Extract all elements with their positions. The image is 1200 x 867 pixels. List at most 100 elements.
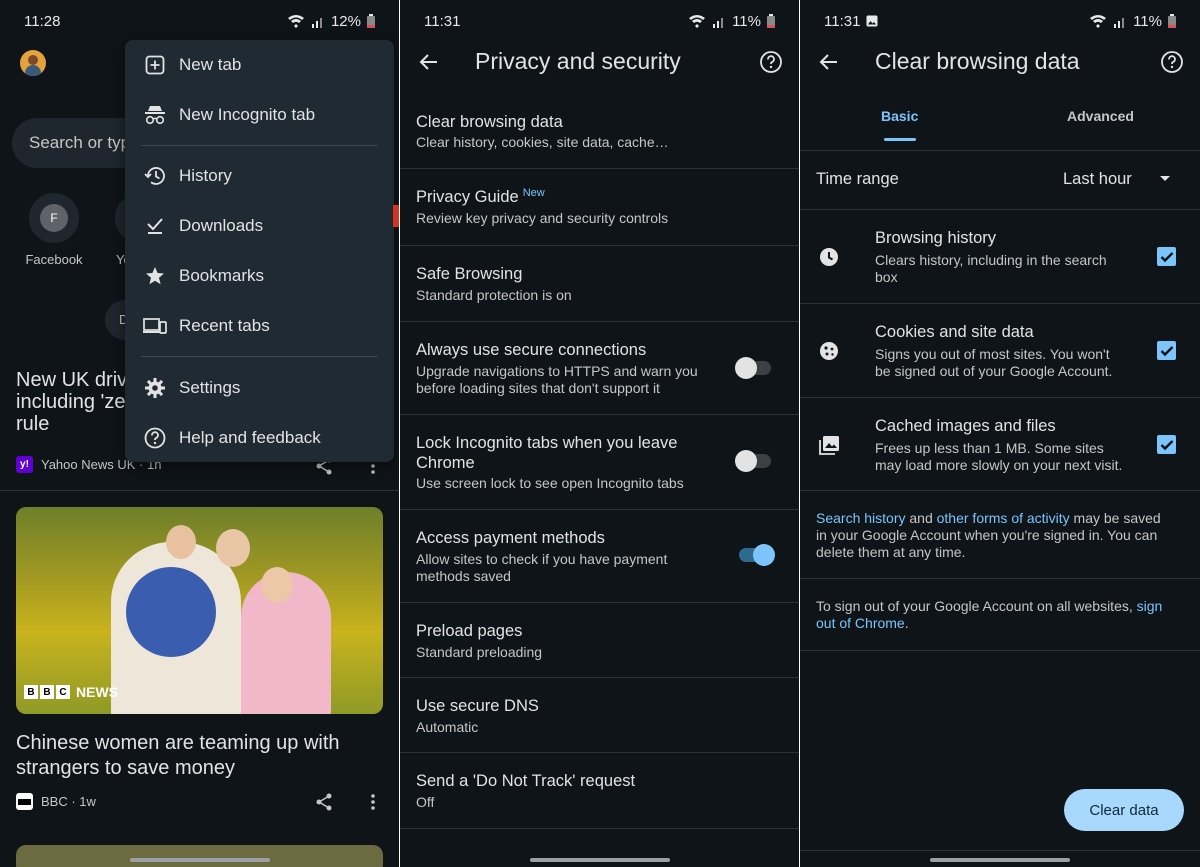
page-title: Privacy and security xyxy=(475,48,681,74)
privacy-security-panel: 11:31 11% Privacy and security Clear bro… xyxy=(400,0,799,867)
clock-icon xyxy=(818,246,840,268)
bbc-news-badge: BBC NEWS xyxy=(24,684,118,700)
battery-percent: 11% xyxy=(1133,12,1162,30)
devices-icon xyxy=(143,314,167,338)
menu-item-new-tab[interactable]: New tab xyxy=(125,43,394,87)
cookies-checkbox[interactable] xyxy=(1157,341,1176,360)
clear-browsing-data-panel: 11:31 11% Clear browsing data Basic Adva… xyxy=(800,0,1200,867)
article-title[interactable]: Chinese women are teaming up with strang… xyxy=(16,731,340,781)
status-time: 11:28 xyxy=(24,12,61,30)
setting-preload-pages[interactable]: Preload pages Standard preloading xyxy=(400,603,799,677)
payment-methods-toggle[interactable] xyxy=(739,544,775,566)
download-check-icon xyxy=(143,214,167,238)
search-history-link[interactable]: Search history xyxy=(816,510,905,526)
battery-icon xyxy=(767,14,775,28)
wifi-icon xyxy=(287,15,304,28)
image-notification-icon xyxy=(866,15,878,27)
status-bar: 11:28 12% xyxy=(0,0,399,42)
clear-data-button[interactable]: Clear data xyxy=(1064,789,1184,831)
sign-out-link-cont[interactable]: out of Chrome xyxy=(816,615,905,631)
setting-safe-browsing[interactable]: Safe Browsing Standard protection is on xyxy=(400,246,799,322)
setting-always-use-secure-connections[interactable]: Always use secure connections Upgrade na… xyxy=(400,322,799,414)
other-activity-link[interactable]: other forms of activity xyxy=(937,510,1070,526)
shortcut-letter: F xyxy=(40,204,68,232)
menu-item-downloads[interactable]: Downloads xyxy=(125,204,394,248)
battery-percent: 11% xyxy=(732,12,761,30)
nav-handle[interactable] xyxy=(529,858,670,862)
signal-icon xyxy=(1114,18,1125,28)
tile-partial-red xyxy=(393,205,399,227)
setting-privacy-guide[interactable]: Privacy Guide New Review key privacy and … xyxy=(400,169,799,245)
dropdown-arrow-icon[interactable] xyxy=(1160,176,1170,181)
shortcut-tile-facebook[interactable]: F Facebook xyxy=(14,193,94,267)
yahoo-logo-icon: y! xyxy=(16,456,33,473)
article-title[interactable]: New UK driv including 'ze rule xyxy=(16,369,127,435)
profile-avatar[interactable] xyxy=(20,50,46,76)
shortcut-label: Facebook xyxy=(25,252,83,267)
back-arrow-icon[interactable] xyxy=(817,50,843,76)
menu-item-new-incognito-tab[interactable]: New Incognito tab xyxy=(125,93,394,137)
tab-basic[interactable]: Basic xyxy=(881,108,918,124)
status-icons: 11% xyxy=(1089,13,1176,30)
gear-icon xyxy=(143,376,167,400)
time-range-select[interactable]: Last hour xyxy=(1063,170,1132,189)
page-title: Clear browsing data xyxy=(875,48,1080,74)
help-circle-icon[interactable] xyxy=(1160,50,1186,76)
share-icon[interactable] xyxy=(312,790,336,814)
article-source: BBC · 1w xyxy=(16,793,96,810)
status-icons: 12% xyxy=(287,13,375,30)
menu-item-help-and-feedback[interactable]: Help and feedback xyxy=(125,416,394,460)
cookie-icon xyxy=(818,340,840,362)
status-time: 11:31 xyxy=(424,12,461,30)
new-badge: New xyxy=(522,187,545,199)
cached-images-checkbox[interactable] xyxy=(1157,435,1176,454)
setting-lock-incognito-tabs[interactable]: Lock Incognito tabs when you leave Chrome… xyxy=(400,415,799,509)
article-image-partial xyxy=(16,845,383,867)
setting-access-payment-methods[interactable]: Access payment methods Allow sites to ch… xyxy=(400,510,799,602)
setting-use-secure-dns[interactable]: Use secure DNS Automatic xyxy=(400,678,799,752)
plus-box-icon xyxy=(143,53,167,77)
tab-advanced[interactable]: Advanced xyxy=(1067,108,1134,124)
menu-item-bookmarks[interactable]: Bookmarks xyxy=(125,254,394,298)
tab-indicator xyxy=(884,138,916,141)
wifi-icon xyxy=(1090,15,1107,28)
secure-connections-toggle[interactable] xyxy=(735,357,771,379)
status-bar: 11:31 11% xyxy=(800,0,1200,42)
nav-handle[interactable] xyxy=(129,858,270,862)
back-arrow-icon[interactable] xyxy=(417,50,443,76)
battery-icon xyxy=(367,14,375,28)
search-placeholder: Search or typ xyxy=(29,133,131,152)
setting-clear-browsing-data[interactable]: Clear browsing data Clear history, cooki… xyxy=(400,100,799,168)
status-icons: 11% xyxy=(688,13,775,30)
image-icon xyxy=(818,434,840,456)
help-circle-icon xyxy=(143,426,167,450)
battery-percent: 12% xyxy=(330,12,361,30)
more-vert-icon[interactable] xyxy=(361,790,385,814)
divider xyxy=(0,490,399,491)
menu-item-settings[interactable]: Settings xyxy=(125,366,394,410)
wifi-icon xyxy=(689,15,706,28)
sign-out-link[interactable]: sign xyxy=(1137,598,1163,614)
help-circle-icon[interactable] xyxy=(759,50,785,76)
menu-item-recent-tabs[interactable]: Recent tabs xyxy=(125,304,394,348)
chrome-home-panel: 11:28 12% Search or typ F Facebook Yo D … xyxy=(0,0,399,867)
overflow-menu: New tab New Incognito tab History Downlo… xyxy=(125,40,394,462)
activity-info-text: Search history and other forms of activi… xyxy=(816,510,1161,560)
status-time: 11:31 xyxy=(824,12,861,30)
tab-bar: Basic Advanced xyxy=(800,100,1200,146)
star-icon xyxy=(143,264,167,288)
sign-out-info-text: To sign out of your Google Account on al… xyxy=(816,598,1163,631)
history-icon xyxy=(143,164,167,188)
time-range-label: Time range xyxy=(816,170,899,188)
signal-icon xyxy=(311,18,322,28)
bbc-logo-icon xyxy=(16,793,33,810)
nav-handle[interactable] xyxy=(930,858,1070,862)
lock-incognito-toggle[interactable] xyxy=(735,450,771,472)
browsing-history-checkbox[interactable] xyxy=(1157,247,1176,266)
menu-item-history[interactable]: History xyxy=(125,154,394,198)
status-bar: 11:31 11% xyxy=(400,0,799,42)
battery-icon xyxy=(1168,14,1176,28)
incognito-icon xyxy=(143,103,167,127)
setting-do-not-track[interactable]: Send a 'Do Not Track' request Off xyxy=(400,753,799,827)
article-image[interactable]: BBC NEWS xyxy=(16,507,383,714)
